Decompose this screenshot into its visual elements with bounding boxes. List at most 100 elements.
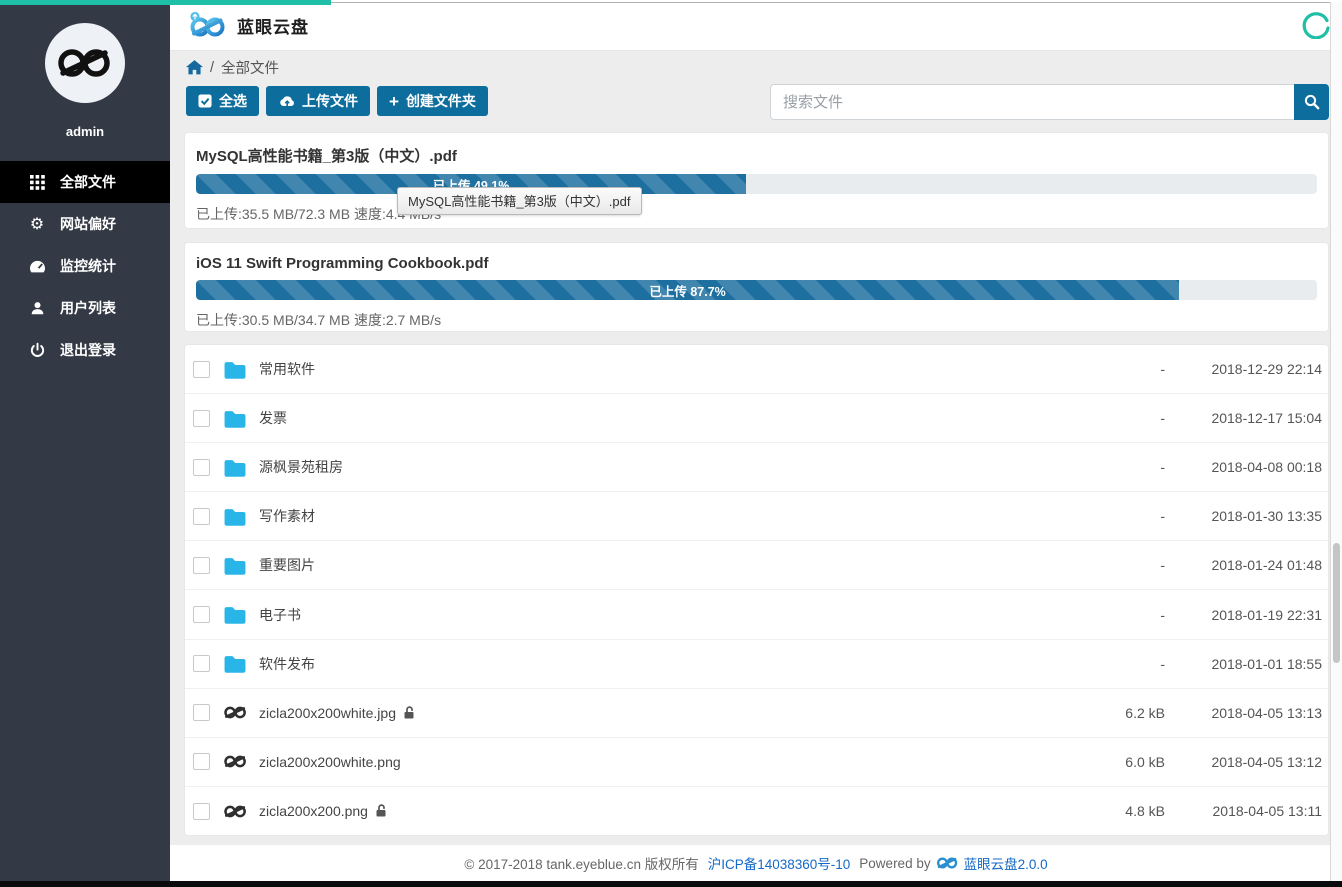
breadcrumb: / 全部文件 [186,57,279,78]
folder-icon [222,556,248,575]
progress-track: 已上传 49.1% [196,174,1317,194]
username: admin [0,124,170,139]
copyright-text: © 2017-2018 tank.eyeblue.cn 版权所有 [464,853,698,873]
folder-icon [222,409,248,428]
row-checkbox[interactable] [193,803,210,820]
row-checkbox[interactable] [193,606,210,623]
gauge-icon [27,259,47,274]
upload-filename: MySQL高性能书籍_第3版（中文）.pdf [196,145,1317,166]
row-checkbox[interactable] [193,459,210,476]
check-square-icon [198,94,212,108]
row-checkbox[interactable] [193,704,210,721]
image-thumbnail-icon [222,705,248,720]
table-row[interactable]: 电子书 - 2018-01-19 22:31 [185,590,1328,639]
row-checkbox[interactable] [193,410,210,427]
table-row[interactable]: zicla200x200white.png 6.0 kB 2018-04-05 … [185,738,1328,787]
file-size: - [1015,410,1165,426]
unlock-icon [403,706,415,720]
file-name[interactable]: 常用软件 [259,359,315,379]
file-date: 2018-04-05 13:13 [1165,705,1322,721]
search-input[interactable] [770,84,1294,120]
table-row[interactable]: 重要图片 - 2018-01-24 01:48 [185,541,1328,590]
file-size: 6.2 kB [1015,705,1165,721]
table-row[interactable]: 源枫景苑租房 - 2018-04-08 00:18 [185,443,1328,492]
sidebar-item-label: 用户列表 [60,298,116,318]
bottom-edge [0,881,1342,887]
gear-icon: ⚙ [27,216,47,232]
image-thumbnail-icon [222,754,248,769]
create-folder-label: 创建文件夹 [406,91,476,111]
brand-logo[interactable]: 蓝眼云盘 [189,11,309,39]
file-size: - [1015,361,1165,377]
home-icon[interactable] [186,60,203,75]
file-name[interactable]: zicla200x200white.png [259,754,401,770]
file-name[interactable]: 源枫景苑租房 [259,457,343,477]
search-icon [1304,94,1320,110]
file-name[interactable]: 写作素材 [259,506,315,526]
row-checkbox[interactable] [193,508,210,525]
sidebar-item-all-files[interactable]: 全部文件 [0,161,170,203]
create-folder-button[interactable]: + 创建文件夹 [377,86,488,116]
sidebar-item-label: 监控统计 [60,256,116,276]
folder-icon [222,605,248,624]
page: admin 全部文件 ⚙ 网站偏好 [0,0,1342,887]
search-bar [770,84,1329,120]
file-name[interactable]: 电子书 [259,605,301,625]
upload-file-button[interactable]: 上传文件 [266,86,370,116]
file-name[interactable]: zicla200x200white.jpg [259,705,396,721]
main-header: 蓝眼云盘 [170,0,1342,51]
product-link[interactable]: 蓝眼云盘2.0.0 [964,853,1048,873]
file-date: 2018-01-24 01:48 [1165,557,1322,573]
file-name[interactable]: 发票 [259,408,287,428]
file-date: 2018-01-30 13:35 [1165,508,1322,524]
table-row[interactable]: 常用软件 - 2018-12-29 22:14 [185,345,1328,394]
row-checkbox[interactable] [193,361,210,378]
table-row[interactable]: 写作素材 - 2018-01-30 13:35 [185,492,1328,541]
file-date: 2018-04-05 13:12 [1165,754,1322,770]
progress-fill: 已上传 87.7% [196,280,1179,300]
upload-info: 已上传:35.5 MB/72.3 MB 速度:4.4 MB/s [196,204,1317,224]
sidebar-item-label: 网站偏好 [60,214,116,234]
file-date: 2018-04-05 13:11 [1165,803,1322,819]
select-all-label: 全选 [219,91,247,111]
upload-filename: iOS 11 Swift Programming Cookbook.pdf [196,255,1317,272]
file-date: 2018-01-01 18:55 [1165,656,1322,672]
upload-info: 已上传:30.5 MB/34.7 MB 速度:2.7 MB/s [196,310,1317,330]
progress-track: 已上传 87.7% [196,280,1317,300]
row-checkbox[interactable] [193,655,210,672]
scrollbar-track[interactable] [1330,2,1342,881]
filename-tooltip: MySQL高性能书籍_第3版（中文）.pdf [397,187,642,215]
file-name[interactable]: zicla200x200.png [259,803,368,819]
footer: © 2017-2018 tank.eyeblue.cn 版权所有 沪ICP备14… [170,845,1342,881]
table-row[interactable]: 软件发布 - 2018-01-01 18:55 [185,640,1328,689]
file-date: 2018-01-19 22:31 [1165,607,1322,623]
folder-icon [222,458,248,477]
table-row[interactable]: 发票 - 2018-12-17 15:04 [185,394,1328,443]
sidebar-menu: 全部文件 ⚙ 网站偏好 监控统计 [0,161,170,371]
sidebar-item-site-preferences[interactable]: ⚙ 网站偏好 [0,203,170,245]
row-checkbox[interactable] [193,557,210,574]
select-all-button[interactable]: 全选 [186,86,259,116]
sidebar-item-user-list[interactable]: 用户列表 [0,287,170,329]
scrollbar-thumb[interactable] [1333,543,1340,663]
table-row[interactable]: zicla200x200.png 4.8 kB 2018-04-05 13:11 [185,787,1328,836]
file-name[interactable]: 重要图片 [259,555,315,575]
sidebar-item-label: 退出登录 [60,340,116,360]
sidebar: admin 全部文件 ⚙ 网站偏好 [0,0,170,881]
sidebar-item-logout[interactable]: 退出登录 [0,329,170,371]
file-date: 2018-04-08 00:18 [1165,459,1322,475]
footer-infinity-icon [936,856,959,870]
search-button[interactable] [1294,84,1329,120]
sidebar-item-label: 全部文件 [60,172,116,192]
icp-link[interactable]: 沪ICP备14038360号-10 [708,853,851,873]
upload-card-1: MySQL高性能书籍_第3版（中文）.pdf 已上传 49.1% 已上传:35.… [184,132,1329,229]
file-name[interactable]: 软件发布 [259,654,315,674]
table-row[interactable]: zicla200x200white.jpg 6.2 kB 2018-04-05 … [185,689,1328,738]
folder-icon [222,507,248,526]
progress-label: 已上传 87.7% [649,281,725,300]
brand-infinity-icon [189,11,225,39]
file-date: 2018-12-29 22:14 [1165,361,1322,377]
row-checkbox[interactable] [193,753,210,770]
sidebar-item-monitoring[interactable]: 监控统计 [0,245,170,287]
user-icon [27,300,47,316]
